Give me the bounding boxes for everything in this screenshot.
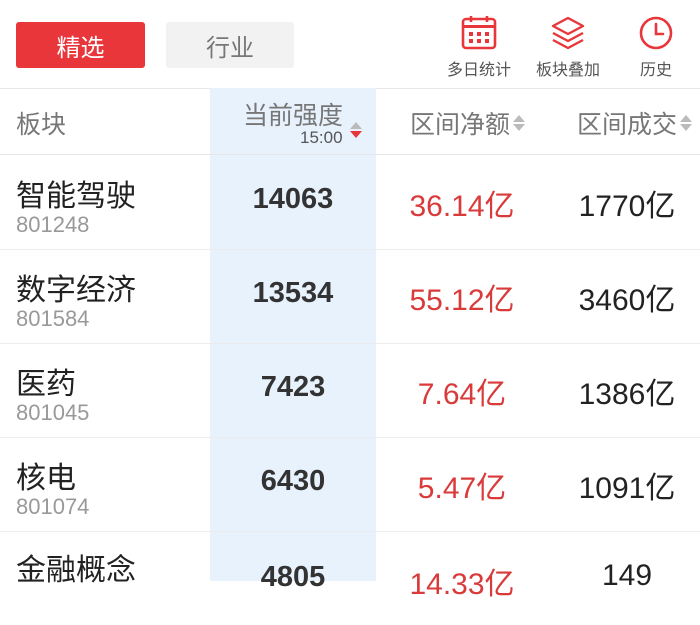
table-header: 板块 当前强度 15:00 区间净额 区间成交	[0, 88, 700, 154]
header-strength-label: 当前强度	[243, 102, 344, 130]
history-label: 历史	[639, 62, 672, 79]
net-value: 36.14亿	[409, 190, 515, 223]
top-toolbar: 精选 行业 多日统计 板块叠加 历史	[0, 0, 700, 88]
sector-code: 801074	[16, 494, 90, 519]
header-net-label: 区间净额	[410, 111, 511, 139]
multi-day-stats-label: 多日统计	[446, 62, 511, 79]
net-value: 5.47亿	[417, 472, 507, 505]
layers-icon	[551, 16, 585, 50]
table-row[interactable]: 数字经济 801584 13534 55.12亿 3460亿	[0, 249, 700, 344]
turnover-value: 1386亿	[578, 378, 676, 411]
sector-name: 金融概念	[16, 554, 136, 587]
net-value: 14.33亿	[409, 568, 515, 601]
clock-icon	[639, 16, 673, 50]
tab-industry[interactable]: 行业	[166, 22, 294, 68]
header-sector: 板块	[16, 111, 67, 139]
sector-name: 医药	[16, 368, 76, 401]
table-row[interactable]: 智能驾驶 801248 14063 36.14亿 1770亿	[0, 155, 700, 250]
strength-value: 13534	[252, 277, 334, 309]
net-value: 55.12亿	[409, 284, 515, 317]
strength-value: 7423	[260, 371, 326, 403]
table-row[interactable]: 医药 801045 7423 7.64亿 1386亿	[0, 343, 700, 438]
sector-overlay-button[interactable]: 板块叠加	[526, 14, 610, 80]
strength-value: 4805	[260, 561, 326, 593]
net-sort-icon	[513, 115, 526, 131]
strength-value: 6430	[260, 465, 326, 497]
header-turnover-label: 区间成交	[577, 111, 678, 139]
strength-value: 14063	[252, 183, 334, 215]
header-strength-time: 15:00	[300, 128, 343, 147]
table-row[interactable]: 金融概念 4805 14.33亿 149	[0, 531, 700, 625]
turnover-value: 149	[601, 559, 653, 592]
turnover-sort-icon	[680, 115, 693, 131]
table-row[interactable]: 核电 801074 6430 5.47亿 1091亿	[0, 437, 700, 532]
tab-featured[interactable]: 精选	[16, 22, 145, 68]
turnover-value: 1770亿	[578, 190, 676, 223]
sector-code: 801045	[16, 400, 90, 425]
sector-name: 核电	[16, 462, 76, 495]
calendar-grid-icon	[461, 16, 497, 50]
turnover-value: 3460亿	[578, 284, 676, 317]
sector-overlay-label: 板块叠加	[535, 62, 600, 79]
net-value: 7.64亿	[417, 378, 507, 411]
sector-code: 801248	[16, 212, 90, 237]
header-turnover[interactable]: 区间成交	[577, 105, 693, 141]
header-strength[interactable]: 当前强度	[243, 96, 343, 132]
strength-sort-icon[interactable]	[347, 116, 362, 138]
sector-name: 智能驾驶	[16, 180, 136, 213]
sector-code: 801584	[16, 306, 90, 331]
history-button[interactable]: 历史	[614, 14, 698, 80]
header-net[interactable]: 区间净额	[410, 105, 526, 141]
multi-day-stats-button[interactable]: 多日统计	[437, 14, 521, 80]
turnover-value: 1091亿	[578, 472, 676, 505]
sector-name: 数字经济	[16, 274, 136, 307]
